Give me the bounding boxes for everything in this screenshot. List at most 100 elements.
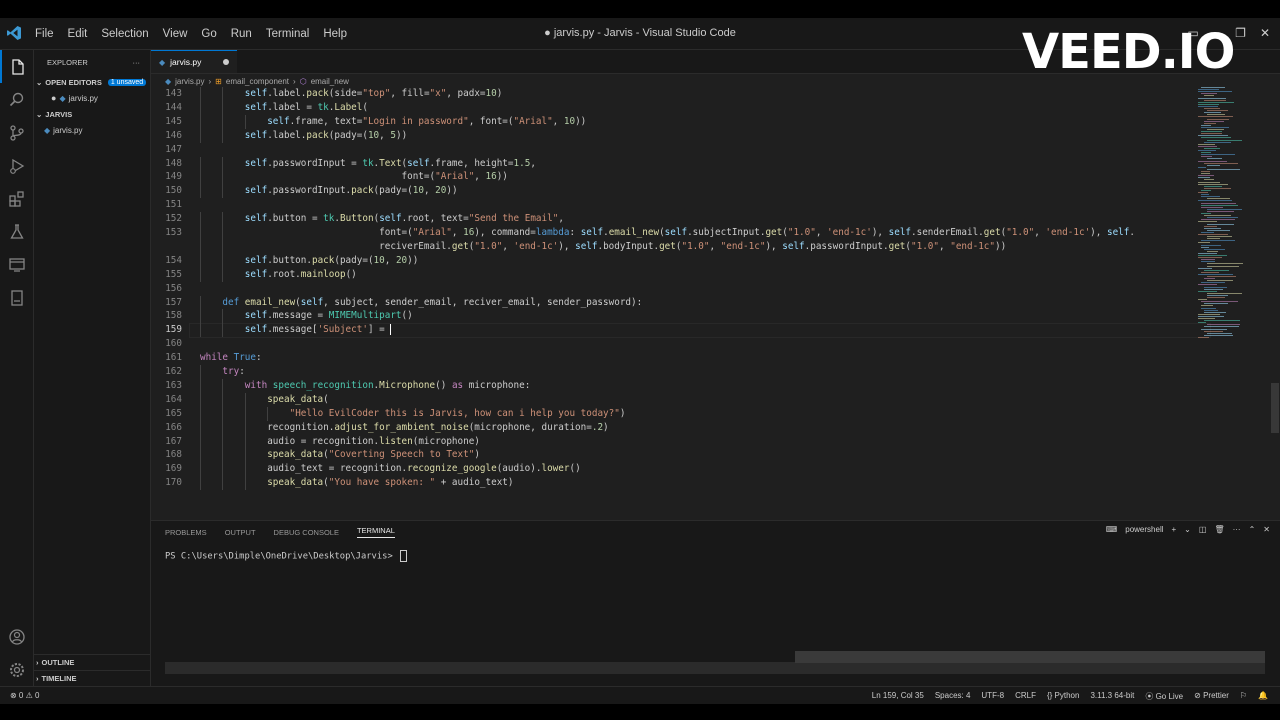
more-icon[interactable]: ··· bbox=[1233, 525, 1241, 534]
indent-guide bbox=[244, 476, 246, 491]
code-line[interactable]: 159 self.message['Subject'] = bbox=[151, 323, 1280, 339]
minimap-line bbox=[1201, 301, 1238, 303]
chevron-down-icon[interactable]: ⌄ bbox=[1184, 525, 1191, 534]
restore-icon[interactable]: ❐ bbox=[1235, 26, 1246, 40]
open-editor-item[interactable]: ● ◆ jarvis.py bbox=[34, 90, 150, 106]
minimap-line bbox=[1201, 194, 1209, 196]
code-line[interactable]: 144 self.label = tk.Label( bbox=[151, 100, 1280, 115]
code-line[interactable]: 161 while True: bbox=[151, 351, 1280, 365]
chevron-right-icon: › bbox=[36, 658, 39, 667]
breadcrumb-class[interactable]: email_component bbox=[226, 77, 289, 86]
indent-guide bbox=[222, 420, 224, 435]
go-live-button[interactable]: ⦿ Go Live bbox=[1145, 691, 1183, 702]
maximize-panel-icon[interactable]: ⌃ bbox=[1249, 525, 1256, 534]
new-terminal-icon[interactable]: + bbox=[1172, 525, 1177, 534]
timeline-section[interactable]: › TIMELINE bbox=[34, 670, 150, 686]
search-icon[interactable] bbox=[0, 83, 33, 116]
breadcrumb-file[interactable]: jarvis.py bbox=[175, 77, 204, 86]
code-text: try: bbox=[222, 366, 245, 377]
breadcrumb-method[interactable]: email_new bbox=[311, 77, 349, 86]
cursor-position[interactable]: Ln 159, Col 35 bbox=[872, 691, 924, 702]
file-tree-item[interactable]: ◆ jarvis.py bbox=[34, 122, 150, 138]
tab-problems[interactable]: PROBLEMS bbox=[165, 528, 207, 537]
close-window-icon[interactable]: ✕ bbox=[1260, 26, 1270, 40]
interpreter-version[interactable]: 3.11.3 64-bit bbox=[1090, 691, 1134, 702]
minimap-line bbox=[1201, 126, 1229, 128]
manage-gear-icon[interactable] bbox=[0, 653, 33, 686]
terminal-scroll-track[interactable] bbox=[165, 662, 1265, 674]
account-icon[interactable] bbox=[0, 620, 33, 653]
code-line[interactable]: 167 audio = recognition.listen(microphone… bbox=[151, 434, 1280, 449]
run-debug-icon[interactable] bbox=[0, 149, 33, 182]
code-line[interactable]: 162 try: bbox=[151, 365, 1280, 379]
tab-output[interactable]: OUTPUT bbox=[225, 528, 256, 537]
more-actions-icon[interactable]: ··· bbox=[133, 58, 141, 67]
unsaved-dot-icon[interactable] bbox=[223, 59, 229, 65]
minimap-line bbox=[1198, 318, 1215, 319]
minimap-line bbox=[1198, 315, 1224, 317]
indent-guide bbox=[200, 170, 201, 185]
code-line[interactable]: 146 self.label.pack(pady=(10, 5)) bbox=[151, 128, 1280, 143]
code-line[interactable]: 166 recognition.adjust_for_ambient_noise(… bbox=[151, 420, 1280, 435]
code-line[interactable]: 160 bbox=[151, 337, 1280, 351]
code-line[interactable]: 168 speak_data("Coverting Speech to Text"… bbox=[151, 448, 1280, 463]
code-line[interactable]: 147 bbox=[151, 143, 1280, 157]
bookmarks-icon[interactable] bbox=[0, 281, 33, 314]
trash-icon[interactable]: 🗑 bbox=[1214, 525, 1224, 534]
prettier-button[interactable]: ⊘ Prettier bbox=[1194, 691, 1229, 702]
code-line[interactable]: 145 self.frame, text="Login in password",… bbox=[151, 114, 1280, 129]
indent-guide bbox=[200, 434, 201, 449]
minimap-line bbox=[1204, 122, 1216, 124]
indentation[interactable]: Spaces: 4 bbox=[935, 691, 971, 702]
testing-icon[interactable] bbox=[0, 215, 33, 248]
editor-vertical-scrollbar[interactable] bbox=[1271, 383, 1279, 433]
minimap-line bbox=[1198, 160, 1227, 162]
code-line[interactable]: reciverEmail.get("1.0", 'end-1c'), self.… bbox=[151, 239, 1280, 254]
minimap[interactable] bbox=[1194, 87, 1274, 347]
code-line[interactable]: 163 with speech_recognition.Microphone() … bbox=[151, 378, 1280, 393]
shell-name[interactable]: powershell bbox=[1125, 525, 1163, 534]
code-line[interactable]: 164 speak_data( bbox=[151, 392, 1280, 407]
code-line[interactable]: 148 self.passwordInput = tk.Text(self.fra… bbox=[151, 156, 1280, 171]
encoding[interactable]: UTF-8 bbox=[981, 691, 1004, 702]
problems-indicator[interactable]: ⊗ 0 ⚠ 0 bbox=[10, 691, 39, 700]
remote-explorer-icon[interactable] bbox=[0, 248, 33, 281]
notifications-bell-icon[interactable]: 🔔 bbox=[1258, 691, 1268, 702]
indent-guide bbox=[200, 226, 201, 240]
code-line[interactable]: 143 self.label.pack(side="top", fill="x",… bbox=[151, 87, 1280, 101]
source-control-icon[interactable] bbox=[0, 116, 33, 149]
outline-section[interactable]: › OUTLINE bbox=[34, 654, 150, 670]
dirty-dot-icon[interactable]: ● bbox=[51, 93, 56, 103]
indent-guide bbox=[200, 295, 201, 310]
code-line[interactable]: 165 "Hello EvilCoder this is Jarvis, how … bbox=[151, 406, 1280, 421]
folder-section[interactable]: ⌄ JARVIS bbox=[34, 106, 150, 122]
code-line[interactable]: 155 self.root.mainloop() bbox=[151, 267, 1280, 282]
code-line[interactable]: 152 self.button = tk.Button(self.root, te… bbox=[151, 212, 1280, 227]
tab-terminal[interactable]: TERMINAL bbox=[356, 526, 395, 538]
code-line[interactable]: 154 self.button.pack(pady=(10, 20)) bbox=[151, 253, 1280, 268]
terminal-output[interactable]: PS C:\Users\Dimple\OneDrive\Desktop\Jarv… bbox=[165, 550, 408, 562]
tab-debug-console[interactable]: DEBUG CONSOLE bbox=[274, 528, 339, 537]
code-line[interactable]: 151 bbox=[151, 198, 1280, 212]
close-panel-icon[interactable]: ✕ bbox=[1263, 525, 1270, 534]
code-line[interactable]: 153 font=("Arial", 16), command=lambda: … bbox=[151, 226, 1280, 240]
line-ending[interactable]: CRLF bbox=[1015, 691, 1036, 702]
tab-jarvis-py[interactable]: ◆ jarvis.py bbox=[151, 50, 237, 73]
code-line[interactable]: 156 bbox=[151, 282, 1280, 296]
minimap-line bbox=[1198, 143, 1215, 145]
code-line[interactable]: 170 speak_data("You have spoken: " + audi… bbox=[151, 476, 1280, 491]
language-mode[interactable]: {} Python bbox=[1047, 691, 1079, 702]
files-icon[interactable] bbox=[0, 50, 33, 83]
terminal-scroll-thumb[interactable] bbox=[795, 651, 1265, 663]
split-terminal-icon[interactable]: ◫ bbox=[1199, 525, 1207, 534]
code-line[interactable]: 158 self.message = MIMEMultipart() bbox=[151, 309, 1280, 324]
feedback-icon[interactable]: ⚐ bbox=[1240, 691, 1247, 702]
code-line[interactable]: 149 font=("Arial", 16)) bbox=[151, 170, 1280, 185]
extensions-icon[interactable] bbox=[0, 182, 33, 215]
code-line[interactable]: 157 def email_new(self, subject, sender_e… bbox=[151, 295, 1280, 310]
terminal-prompt: PS C:\Users\Dimple\OneDrive\Desktop\Jarv… bbox=[165, 551, 399, 562]
code-line[interactable]: 169 audio_text = recognition.recognize_go… bbox=[151, 462, 1280, 477]
code-line[interactable]: 150 self.passwordInput.pack(pady=(10, 20)… bbox=[151, 184, 1280, 199]
code-editor[interactable]: 143 self.label.pack(side="top", fill="x",… bbox=[151, 87, 1280, 547]
open-editors-section[interactable]: ⌄ OPEN EDITORS 1 unsaved bbox=[34, 74, 150, 90]
